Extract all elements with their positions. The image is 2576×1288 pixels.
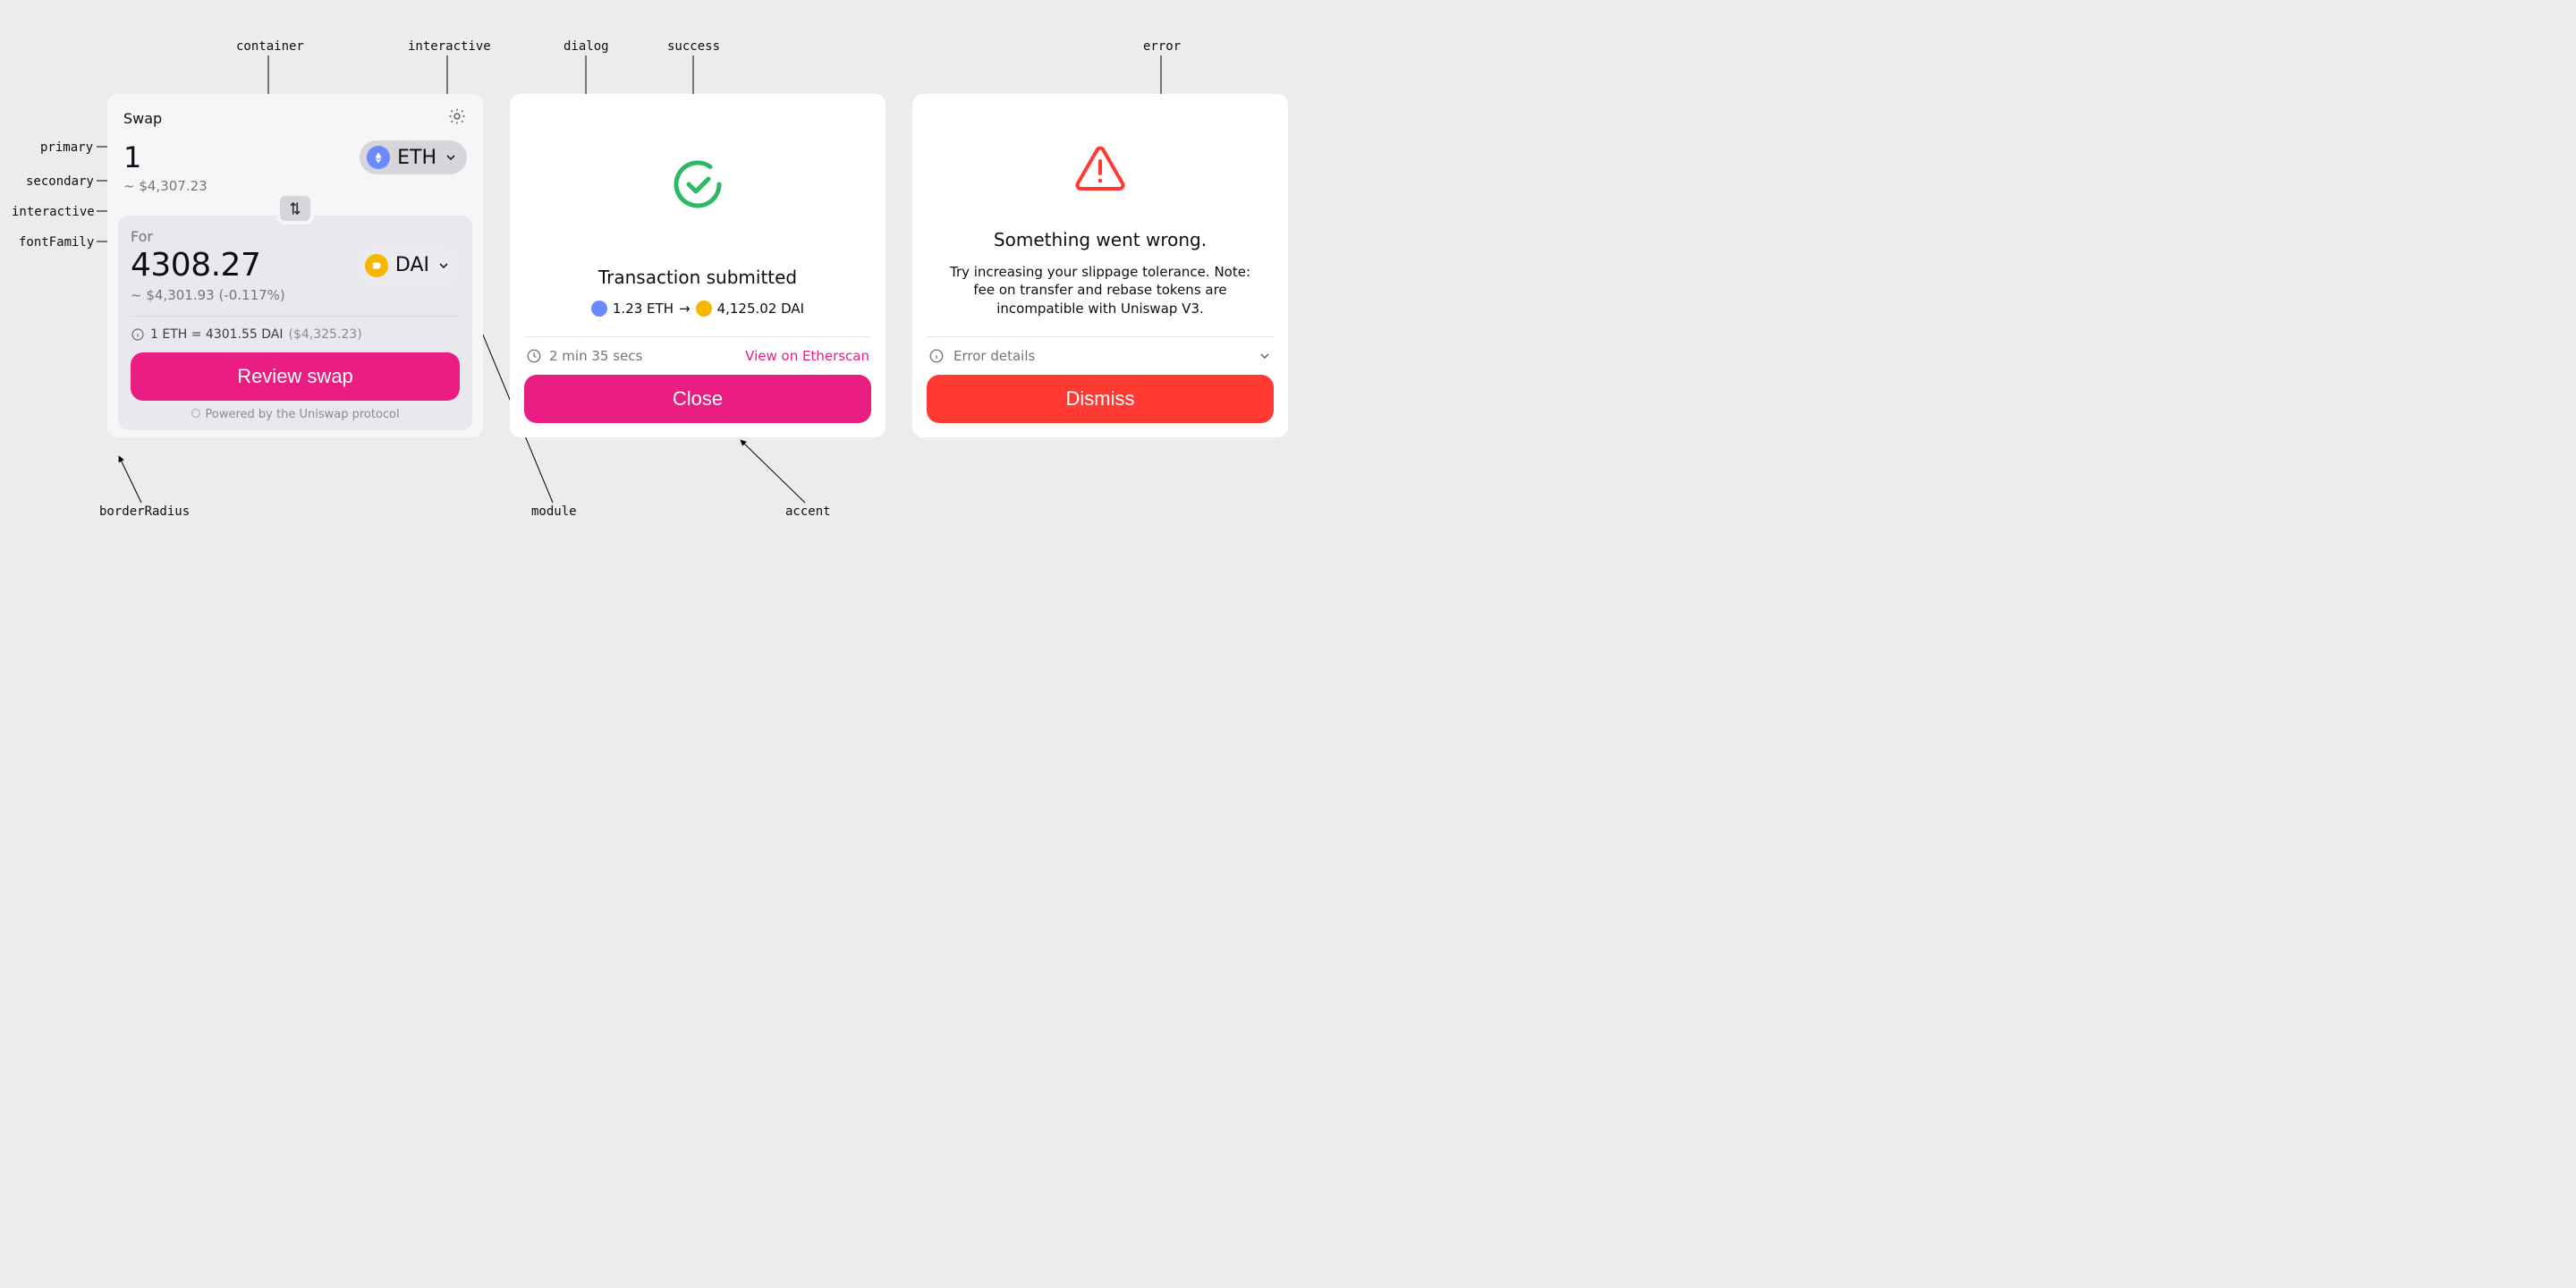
- dai-icon: [365, 254, 388, 277]
- annotation-fontfamily: fontFamily: [19, 235, 94, 250]
- error-details-toggle[interactable]: Error details: [927, 336, 1274, 375]
- to-amount-primary: 4308.27: [131, 247, 260, 284]
- from-token-symbol: ETH: [397, 147, 436, 169]
- error-icon: [1073, 145, 1127, 197]
- error-body: Try increasing your slippage tolerance. …: [937, 263, 1263, 318]
- dialog-summary: 1.23 ETH → 4,125.02 DAI: [591, 301, 804, 317]
- view-on-etherscan-link[interactable]: View on Etherscan: [745, 348, 869, 364]
- annotation-secondary: secondary: [26, 174, 94, 189]
- dialog-footer-row: 2 min 35 secs View on Etherscan: [524, 336, 871, 375]
- flip-tokens-button[interactable]: [276, 192, 314, 225]
- eth-icon: [591, 301, 607, 317]
- rate-text: 1 ETH = 4301.55 DAI: [150, 327, 284, 342]
- chevron-down-icon: [436, 258, 451, 273]
- annotation-error: error: [1143, 39, 1181, 54]
- clock-icon: [526, 348, 542, 364]
- to-amount-fiat: ~ $4,301.93 (-0.117%): [131, 287, 460, 303]
- dai-icon: [696, 301, 712, 317]
- swap-from-section: 1 ETH ~ $4,307.23: [118, 137, 472, 196]
- flip-wrap: [118, 205, 472, 212]
- cards-row: Swap 1 ETH: [107, 94, 1288, 437]
- powered-by: Powered by the Uniswap protocol: [131, 408, 460, 421]
- swap-title: Swap: [123, 110, 162, 127]
- error-title: Something went wrong.: [994, 229, 1207, 250]
- uniswap-logo-icon: [191, 408, 201, 419]
- dialog-title: Transaction submitted: [598, 267, 797, 288]
- info-icon: [131, 327, 145, 342]
- gear-icon[interactable]: [447, 106, 467, 130]
- swap-header: Swap: [118, 105, 472, 137]
- error-dialog: Something went wrong. Try increasing you…: [912, 94, 1288, 437]
- rate-row: 1 ETH = 4301.55 DAI ($4,325.23): [131, 316, 460, 352]
- annotation-interactive-mid: interactive: [12, 205, 95, 219]
- rate-price: ($4,325.23): [289, 327, 362, 342]
- review-swap-button[interactable]: Review swap: [131, 352, 460, 401]
- annotation-container: container: [236, 39, 304, 54]
- annotation-interactive-top: interactive: [408, 39, 491, 54]
- swap-output-module: For 4308.27 DAI ~ $4,301.93 (-0.117%) 1 …: [118, 216, 472, 430]
- chevron-down-icon: [1258, 349, 1272, 363]
- info-icon: [928, 348, 945, 364]
- annotation-dialog: dialog: [564, 39, 609, 54]
- annotation-primary: primary: [40, 140, 93, 155]
- for-label: For: [131, 228, 460, 245]
- eth-icon: [367, 146, 390, 169]
- from-token-selector[interactable]: ETH: [360, 140, 467, 174]
- transaction-submitted-dialog: Transaction submitted 1.23 ETH → 4,125.0…: [510, 94, 886, 437]
- diagram-stage: container interactive dialog success err…: [0, 0, 1431, 716]
- dismiss-button[interactable]: Dismiss: [927, 375, 1274, 423]
- arrow-right-icon: →: [679, 301, 691, 317]
- to-token-selector[interactable]: DAI: [358, 249, 460, 283]
- swap-widget-container: Swap 1 ETH: [107, 94, 483, 437]
- annotation-module: module: [531, 504, 577, 519]
- annotation-accent: accent: [785, 504, 831, 519]
- to-token-symbol: DAI: [395, 254, 429, 276]
- annotation-success: success: [667, 39, 720, 54]
- tx-elapsed: 2 min 35 secs: [549, 348, 642, 364]
- tx-to: 4,125.02 DAI: [717, 301, 805, 317]
- from-amount-primary[interactable]: 1: [123, 140, 141, 174]
- success-icon: [669, 156, 726, 213]
- annotation-borderradius: borderRadius: [99, 504, 190, 519]
- swap-arrows-icon: [287, 200, 303, 216]
- close-button[interactable]: Close: [524, 375, 871, 423]
- tx-from: 1.23 ETH: [613, 301, 674, 317]
- chevron-down-icon: [444, 150, 458, 165]
- error-details-label: Error details: [953, 348, 1035, 364]
